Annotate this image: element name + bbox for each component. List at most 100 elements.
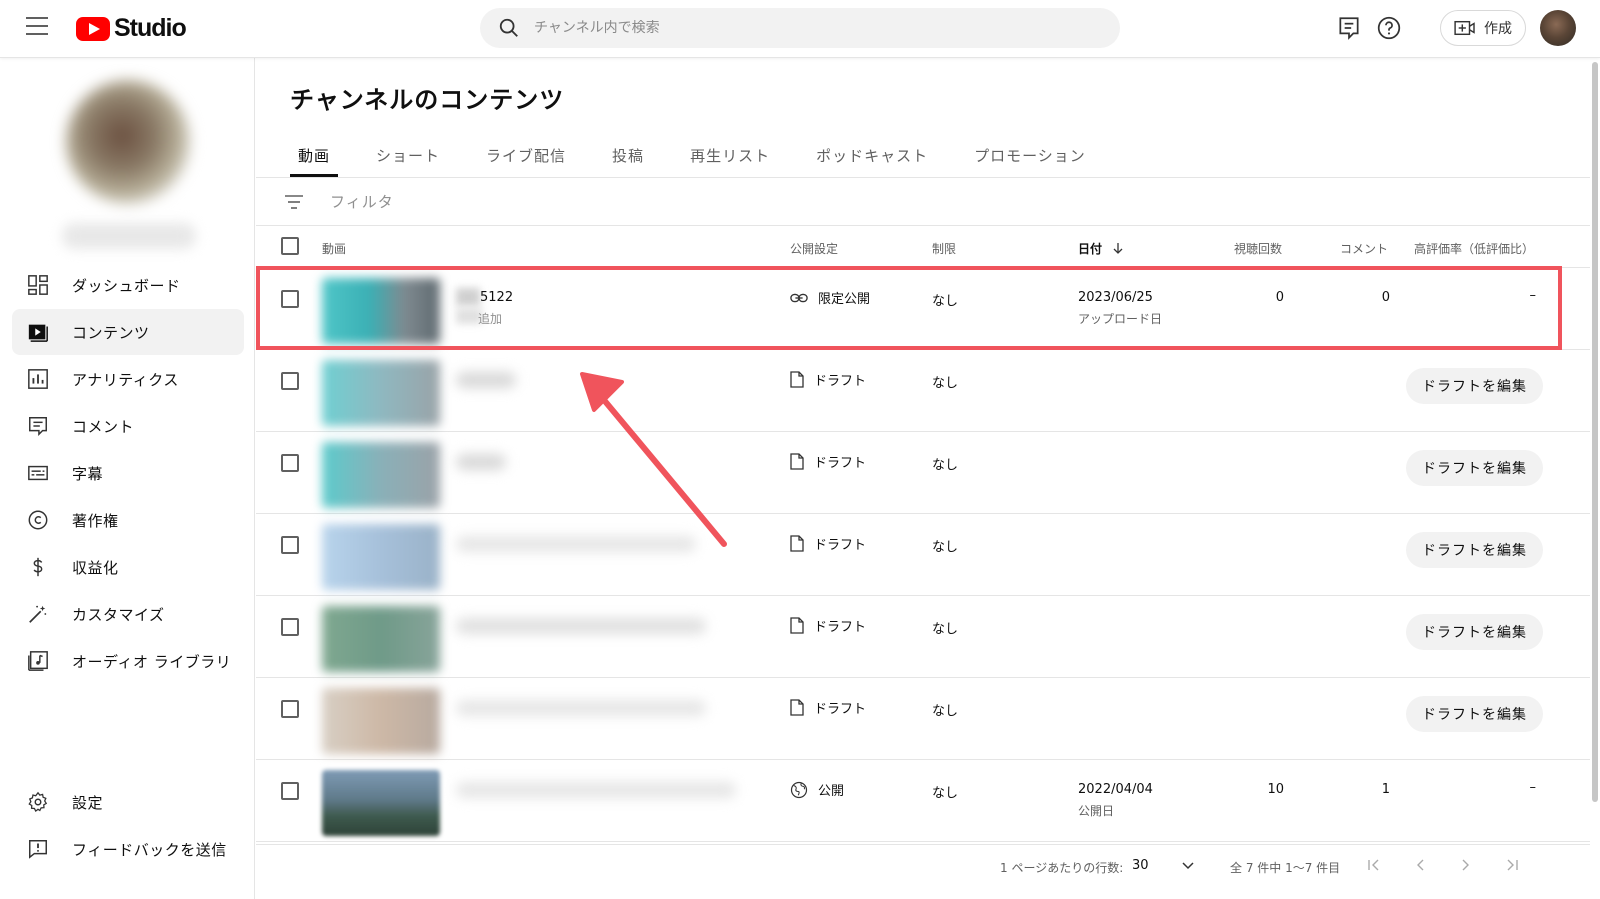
column-header-comments[interactable]: コメント <box>1340 240 1388 257</box>
sidebar-item-label: フィードバックを送信 <box>72 840 227 859</box>
create-button[interactable]: 作成 <box>1440 10 1526 46</box>
row-checkbox[interactable] <box>281 782 299 800</box>
draft-document-icon <box>790 535 804 552</box>
row-checkbox[interactable] <box>281 536 299 554</box>
visibility-cell[interactable]: 公開 <box>790 780 844 799</box>
column-header-restrictions[interactable]: 制限 <box>932 240 956 257</box>
rows-per-page-value[interactable]: 30 <box>1132 858 1149 873</box>
row-checkbox[interactable] <box>281 618 299 636</box>
channel-avatar[interactable] <box>66 80 190 204</box>
visibility-cell[interactable]: 限定公開 <box>790 288 870 307</box>
table-row[interactable]: ドラフト なし ドラフトを編集 <box>256 678 1590 760</box>
video-thumbnail[interactable] <box>322 442 440 508</box>
edit-draft-button[interactable]: ドラフトを編集 <box>1406 614 1543 650</box>
search-bar[interactable] <box>480 8 1120 48</box>
visibility-cell[interactable]: ドラフト <box>790 616 866 635</box>
first-page-icon[interactable] <box>1366 857 1382 873</box>
date-cell: 2023/06/25 <box>1078 290 1153 305</box>
column-header-views[interactable]: 視聴回数 <box>1234 240 1282 257</box>
next-page-icon[interactable] <box>1458 857 1474 873</box>
visibility-cell[interactable]: ドラフト <box>790 370 866 389</box>
video-thumbnail[interactable] <box>322 688 440 754</box>
select-all-checkbox[interactable] <box>281 237 299 255</box>
views-cell: 0 <box>1275 290 1284 305</box>
video-thumbnail[interactable] <box>322 278 440 344</box>
visibility-cell[interactable]: ドラフト <box>790 452 866 471</box>
sidebar-item-label: アナリティクス <box>72 370 179 389</box>
date-type: アップロード日 <box>1078 312 1163 326</box>
youtube-logo-icon <box>76 16 110 41</box>
menu-icon[interactable] <box>26 17 48 35</box>
table-row[interactable]: 5122 追加 限定公開 なし 2023/06/25 アップロード日 0 0 – <box>256 268 1590 350</box>
search-input[interactable] <box>534 20 1054 36</box>
analytics-icon <box>26 367 50 391</box>
visibility-cell[interactable]: ドラフト <box>790 698 866 717</box>
help-icon[interactable] <box>1376 15 1402 41</box>
account-avatar[interactable] <box>1540 10 1576 46</box>
content-icon <box>26 320 50 344</box>
row-checkbox[interactable] <box>281 290 299 308</box>
date-cell: 2022/04/04 <box>1078 782 1153 797</box>
sidebar-item-monetization[interactable]: 収益化 <box>12 544 244 590</box>
visibility-label: ドラフト <box>814 456 867 471</box>
monetization-icon <box>26 555 50 579</box>
sidebar-item-customize[interactable]: カスタマイズ <box>12 591 244 637</box>
edit-draft-button[interactable]: ドラフトを編集 <box>1406 696 1543 732</box>
edit-draft-button[interactable]: ドラフトを編集 <box>1406 450 1543 486</box>
sidebar-item-content[interactable]: コンテンツ <box>12 309 244 355</box>
tab-posts[interactable]: 投稿 <box>590 134 666 176</box>
column-header-date[interactable]: 日付 <box>1078 240 1124 257</box>
comments-cell: 0 <box>1381 290 1390 305</box>
table-row[interactable]: ドラフト なし ドラフトを編集 <box>256 596 1590 678</box>
prev-page-icon[interactable] <box>1412 857 1428 873</box>
tab-promotions[interactable]: プロモーション <box>952 134 1108 176</box>
sidebar-item-analytics[interactable]: アナリティクス <box>12 356 244 402</box>
tab-videos[interactable]: 動画 <box>276 134 352 177</box>
sidebar-item-label: 収益化 <box>72 558 119 577</box>
last-page-icon[interactable] <box>1504 857 1520 873</box>
scrollbar-thumb[interactable] <box>1592 62 1598 802</box>
video-thumbnail[interactable] <box>322 606 440 672</box>
table-row[interactable]: ドラフト なし ドラフトを編集 <box>256 432 1590 514</box>
video-thumbnail[interactable] <box>322 770 440 836</box>
column-header-likes[interactable]: 高評価率（低評価比） <box>1414 240 1534 257</box>
table-row[interactable]: ドラフト なし ドラフトを編集 <box>256 514 1590 596</box>
table-row[interactable]: ドラフト なし ドラフトを編集 <box>256 350 1590 432</box>
edit-draft-button[interactable]: ドラフトを編集 <box>1406 368 1543 404</box>
sidebar-item-copyright[interactable]: 著作権 <box>12 497 244 543</box>
sidebar-item-comments[interactable]: コメント <box>12 403 244 449</box>
filter-bar[interactable]: フィルタ <box>256 178 1590 226</box>
visibility-label: 公開 <box>818 784 845 799</box>
message-icon[interactable] <box>1336 15 1362 41</box>
tab-shorts[interactable]: ショート <box>354 134 462 176</box>
row-checkbox[interactable] <box>281 700 299 718</box>
tab-playlists[interactable]: 再生リスト <box>668 134 792 176</box>
sidebar-item-audio-library[interactable]: オーディオ ライブラリ <box>12 638 244 684</box>
filter-icon[interactable] <box>284 194 304 210</box>
sidebar-item-subtitles[interactable]: 字幕 <box>12 450 244 496</box>
comments-cell: 1 <box>1381 782 1390 797</box>
sidebar-item-dashboard[interactable]: ダッシュボード <box>12 262 244 308</box>
sidebar-item-label: 著作権 <box>72 511 119 530</box>
draft-document-icon <box>790 699 804 716</box>
sidebar-item-label: 設定 <box>72 793 104 812</box>
tab-live[interactable]: ライブ配信 <box>464 134 588 176</box>
filter-input[interactable]: フィルタ <box>330 191 394 212</box>
video-thumbnail[interactable] <box>322 524 440 590</box>
restrictions-cell: なし <box>932 786 959 801</box>
sidebar-item-settings[interactable]: 設定 <box>12 779 244 825</box>
video-title[interactable]: 5122 <box>480 290 513 305</box>
column-header-visibility[interactable]: 公開設定 <box>790 240 838 257</box>
sidebar-item-feedback[interactable]: フィードバックを送信 <box>12 826 244 872</box>
visibility-cell[interactable]: ドラフト <box>790 534 866 553</box>
row-checkbox[interactable] <box>281 454 299 472</box>
video-thumbnail[interactable] <box>322 360 440 426</box>
chevron-down-icon[interactable] <box>1180 857 1196 873</box>
edit-draft-button[interactable]: ドラフトを編集 <box>1406 532 1543 568</box>
studio-logo[interactable]: Studio <box>76 14 187 43</box>
title-blurred <box>456 288 480 306</box>
row-checkbox[interactable] <box>281 372 299 390</box>
table-row[interactable]: 公開 なし 2022/04/04 公開日 10 1 – <box>256 760 1590 842</box>
tab-podcasts[interactable]: ポッドキャスト <box>794 134 950 176</box>
scrollbar[interactable] <box>1590 58 1600 899</box>
